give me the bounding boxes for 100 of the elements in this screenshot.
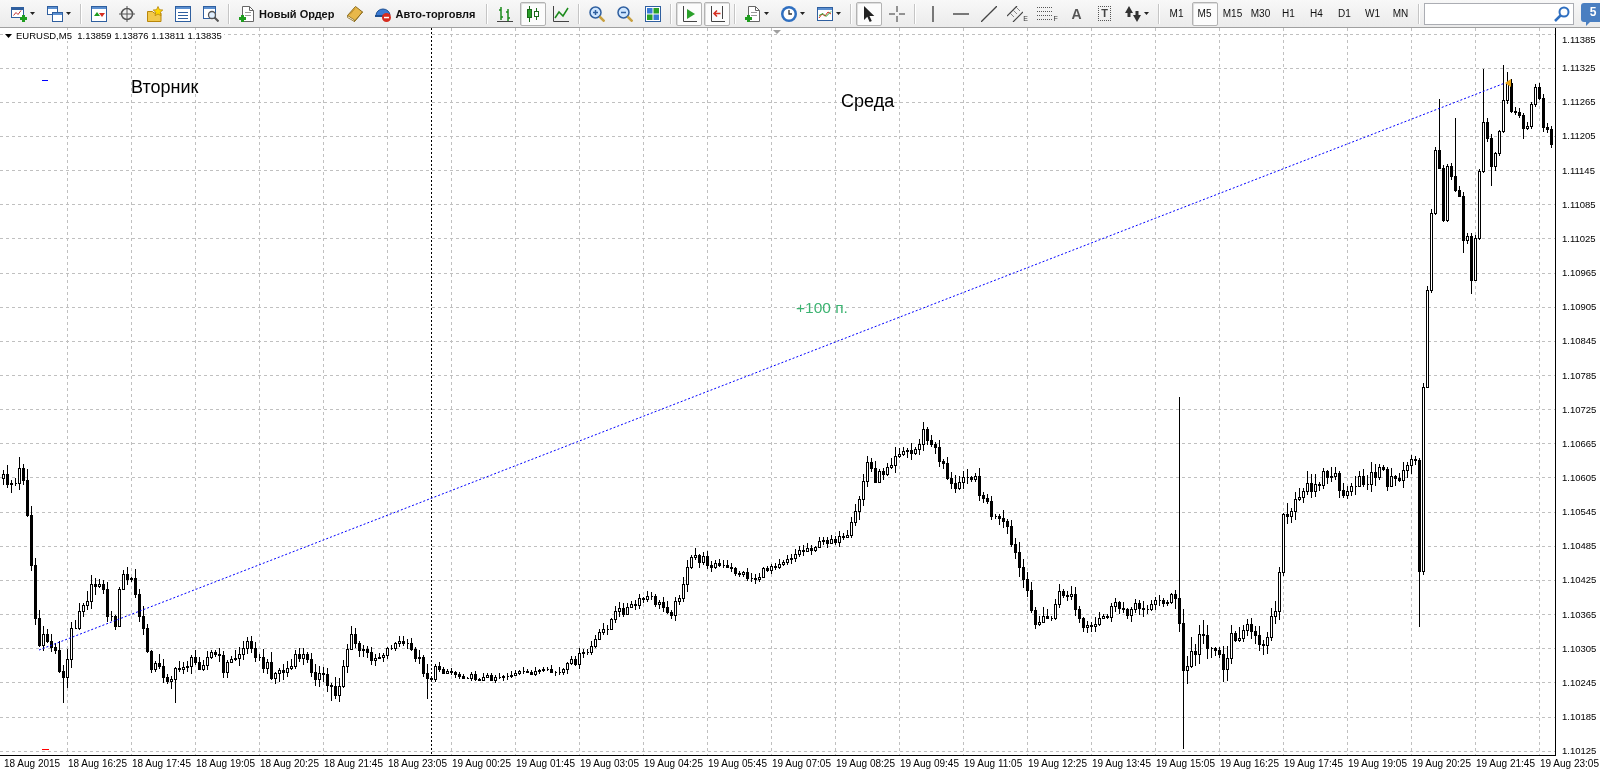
time-label: 19 Aug 17:45 (1284, 758, 1343, 770)
time-label: 18 Aug 2015 (4, 758, 61, 770)
price-label: 1.10125 (1562, 745, 1597, 757)
time-label: 19 Aug 16:25 (1220, 758, 1279, 770)
time-label: 19 Aug 09:45 (900, 758, 959, 770)
time-label: 19 Aug 11:05 (964, 758, 1023, 770)
timeframe-button[interactable]: M15 (1219, 1, 1246, 26)
price-label: 1.10425 (1562, 574, 1597, 586)
axis-arrow-icon (680, 5, 697, 22)
caret-icon[interactable] (5, 33, 12, 38)
price-label: 1.10905 (1562, 301, 1597, 313)
price-label: 1.11325 (1562, 62, 1596, 74)
chart-text: Вторник (131, 78, 199, 96)
horizontal-line-icon (952, 12, 969, 15)
book-icon (347, 5, 364, 22)
dotted-lines-icon (1037, 5, 1054, 22)
tile-windows-icon (644, 5, 661, 22)
price-label: 1.10305 (1562, 642, 1597, 654)
time-label: 18 Aug 21:45 (324, 758, 383, 770)
time-label: 19 Aug 01:45 (516, 758, 575, 770)
diagonal-line-icon (980, 5, 997, 22)
triangle-marker-icon (1505, 79, 1511, 87)
time-label: 19 Aug 00:25 (452, 758, 511, 770)
price-label: 1.10245 (1562, 676, 1597, 688)
price-label: 1.10665 (1562, 437, 1597, 449)
timeframe-button[interactable]: H4 (1303, 1, 1330, 26)
time-label: 19 Aug 19:05 (1348, 758, 1407, 770)
time-label: 19 Aug 20:25 (1412, 758, 1471, 770)
price-label: 1.10725 (1562, 403, 1597, 415)
chart-title: EURUSD,M5 1.13859 1.13876 1.13811 1.13835 (16, 30, 222, 41)
time-label: 19 Aug 08:25 (836, 758, 895, 770)
autotrading-button[interactable]: Авто-торговля (370, 1, 482, 26)
arrows-icon (1124, 5, 1141, 22)
time-label: 19 Aug 12:25 (1028, 758, 1087, 770)
time-label: 18 Aug 19:05 (196, 758, 255, 770)
price-label: 1.10605 (1562, 471, 1597, 483)
chart-text: Среда (841, 92, 895, 110)
time-label: 19 Aug 05:45 (708, 758, 767, 770)
timeframe-button[interactable]: M30 (1247, 1, 1274, 26)
crosshair-circle-icon (119, 5, 135, 22)
document-plus-icon (239, 5, 255, 22)
text-tool-button[interactable]: A (1063, 1, 1090, 26)
cursor-button[interactable] (855, 1, 882, 26)
timeframe-button[interactable]: D1 (1331, 1, 1358, 26)
time-label: 19 Aug 21:45 (1476, 758, 1535, 770)
price-label: 1.10845 (1562, 335, 1597, 347)
time-label: 19 Aug 07:05 (772, 758, 831, 770)
dash-marker (41, 749, 50, 750)
price-label: 1.10185 (1562, 711, 1597, 722)
price-label: 1.11145 (1562, 164, 1595, 176)
timeframe-button[interactable]: M5 (1191, 1, 1218, 26)
window-plus-icon (11, 5, 27, 22)
auto-scroll-button[interactable] (675, 1, 702, 26)
zoom-out-icon (616, 5, 633, 22)
caret-icon (1143, 12, 1149, 15)
candlestick-button[interactable] (519, 1, 546, 26)
price-label: 1.11205 (1562, 130, 1596, 142)
zoom-in-icon (588, 5, 605, 22)
bar-chart-icon (496, 5, 513, 22)
line-chart-icon (552, 5, 569, 22)
document-plus-icon (744, 5, 761, 22)
caret-icon (30, 12, 35, 15)
price-label: 1.11385 (1562, 34, 1596, 45)
shift-marker-icon[interactable] (773, 30, 781, 34)
chart-text: +100 п. (796, 300, 848, 316)
vertical-line-icon (931, 5, 934, 22)
timeframe-button[interactable]: W1 (1359, 1, 1386, 26)
caret-icon (799, 12, 805, 15)
time-label: 19 Aug 15:05 (1156, 758, 1215, 770)
time-label: 19 Aug 03:05 (580, 758, 639, 770)
time-label: 19 Aug 13:45 (1092, 758, 1151, 770)
time-label: 19 Aug 04:25 (644, 758, 703, 770)
search-field[interactable] (1423, 2, 1574, 25)
time-label: 18 Aug 20:25 (260, 758, 319, 770)
caret-icon (66, 12, 71, 15)
window-arrows-icon (91, 5, 107, 22)
timeframe-button[interactable]: H1 (1275, 1, 1302, 26)
caret-icon (835, 12, 841, 15)
price-label: 1.10365 (1562, 608, 1597, 620)
time-label: 18 Aug 23:05 (388, 758, 447, 770)
price-label: 1.10965 (1562, 267, 1597, 279)
price-label: 1.10785 (1562, 369, 1597, 381)
price-label: 1.10485 (1562, 540, 1597, 552)
timeframe-button[interactable]: M1 (1163, 1, 1190, 26)
text-label-button[interactable]: T (1091, 1, 1118, 26)
magnifier-window-icon (203, 5, 219, 22)
timeframe-button[interactable]: MN (1387, 1, 1414, 26)
candlestick-icon (524, 5, 541, 22)
price-label: 1.11025 (1562, 232, 1596, 244)
caret-icon (763, 12, 769, 15)
windows-icon (47, 5, 63, 22)
chart-shift-button[interactable] (703, 1, 730, 26)
channel-icon (1007, 5, 1024, 22)
folder-star-icon (147, 5, 163, 22)
new-order-button[interactable]: Новый Ордер (234, 1, 341, 26)
axis-shift-icon (708, 5, 725, 22)
time-label: 18 Aug 17:45 (132, 758, 191, 770)
chart-window-icon (816, 5, 833, 22)
clock-icon (780, 5, 797, 22)
time-label: 19 Aug 23:05 (1540, 758, 1599, 770)
